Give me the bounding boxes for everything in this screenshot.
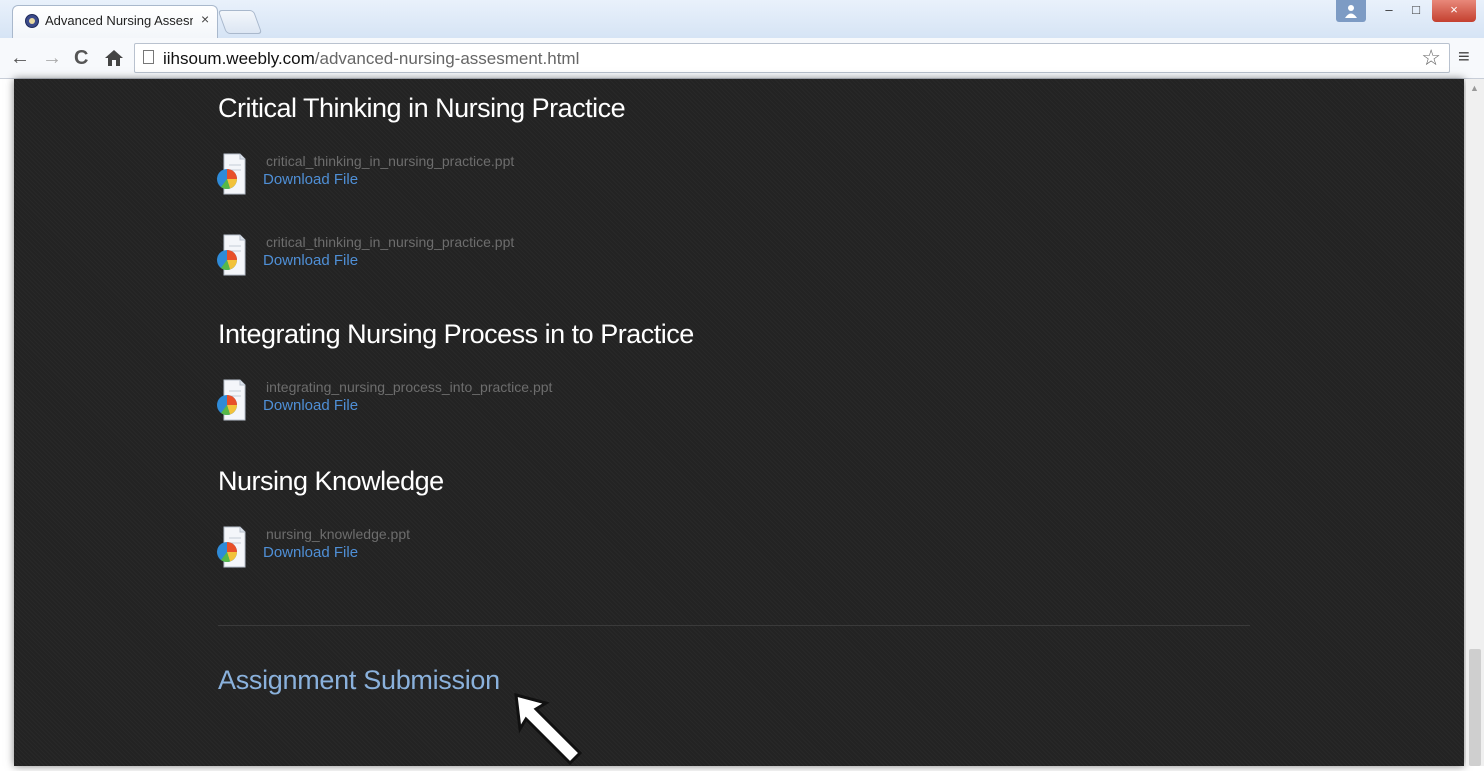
browser-title-bar: Advanced Nursing Assesm × – □ × xyxy=(0,0,1484,38)
back-arrow-icon[interactable]: ← xyxy=(10,46,30,70)
scroll-up-icon[interactable]: ▲ xyxy=(1470,83,1479,93)
file-item: nursing_knowledge.ppt Download File xyxy=(208,526,708,576)
ppt-file-icon xyxy=(217,153,246,195)
home-icon[interactable] xyxy=(104,46,124,74)
assignment-submission-link[interactable]: Assignment Submission xyxy=(218,665,500,696)
download-file-link[interactable]: Download File xyxy=(263,397,358,414)
page-content: Critical Thinking in Nursing Practice cr… xyxy=(14,79,1464,766)
file-name: critical_thinking_in_nursing_practice.pp… xyxy=(266,234,515,250)
file-item: critical_thinking_in_nursing_practice.pp… xyxy=(208,234,708,284)
section-heading: Critical Thinking in Nursing Practice xyxy=(218,93,626,123)
file-name: integrating_nursing_process_into_practic… xyxy=(266,379,553,395)
ppt-file-icon xyxy=(217,526,246,568)
url-host: iihsoum.weebly.com xyxy=(163,49,315,68)
scrollbar-thumb[interactable] xyxy=(1469,649,1481,766)
browser-menu-icon[interactable]: ≡ xyxy=(1458,46,1470,69)
forward-arrow-icon[interactable]: → xyxy=(42,46,62,70)
download-file-link[interactable]: Download File xyxy=(263,252,358,269)
file-name: nursing_knowledge.ppt xyxy=(266,526,410,542)
file-name: critical_thinking_in_nursing_practice.pp… xyxy=(266,153,515,169)
section-divider xyxy=(218,625,1250,626)
pointer-arrow-icon xyxy=(514,692,583,766)
address-bar[interactable]: iihsoum.weebly.com/advanced-nursing-asse… xyxy=(134,43,1450,73)
ppt-file-icon xyxy=(217,379,246,421)
section-heading: Nursing Knowledge xyxy=(218,466,444,496)
bookmark-star-icon[interactable]: ☆ xyxy=(1421,45,1441,71)
tab-title: Advanced Nursing Assesm xyxy=(45,13,193,28)
ppt-file-icon xyxy=(217,234,246,276)
page-icon xyxy=(143,50,154,64)
url-path: /advanced-nursing-assesment.html xyxy=(314,49,580,68)
minimize-window-button[interactable]: – xyxy=(1376,0,1402,22)
download-file-link[interactable]: Download File xyxy=(263,544,358,561)
url-text: iihsoum.weebly.com/advanced-nursing-asse… xyxy=(163,49,579,69)
site-favicon-icon xyxy=(25,14,39,28)
section-heading: Integrating Nursing Process in to Practi… xyxy=(218,319,694,349)
reload-icon[interactable]: C xyxy=(74,46,88,70)
new-tab-button[interactable] xyxy=(217,10,263,34)
close-window-button[interactable]: × xyxy=(1432,0,1476,22)
file-item: critical_thinking_in_nursing_practice.pp… xyxy=(208,153,708,203)
page-viewport: Critical Thinking in Nursing Practice cr… xyxy=(0,79,1484,766)
download-file-link[interactable]: Download File xyxy=(263,171,358,188)
file-item: integrating_nursing_process_into_practic… xyxy=(208,379,708,429)
maximize-window-button[interactable]: □ xyxy=(1404,0,1428,22)
tab-close-icon[interactable]: × xyxy=(201,11,209,27)
browser-toolbar: ← → C iihsoum.weebly.com/advanced-nursin… xyxy=(0,38,1484,79)
browser-tab[interactable]: Advanced Nursing Assesm × xyxy=(12,5,218,38)
vertical-scrollbar[interactable]: ▲ xyxy=(1466,79,1484,766)
user-profile-icon[interactable] xyxy=(1336,0,1366,22)
